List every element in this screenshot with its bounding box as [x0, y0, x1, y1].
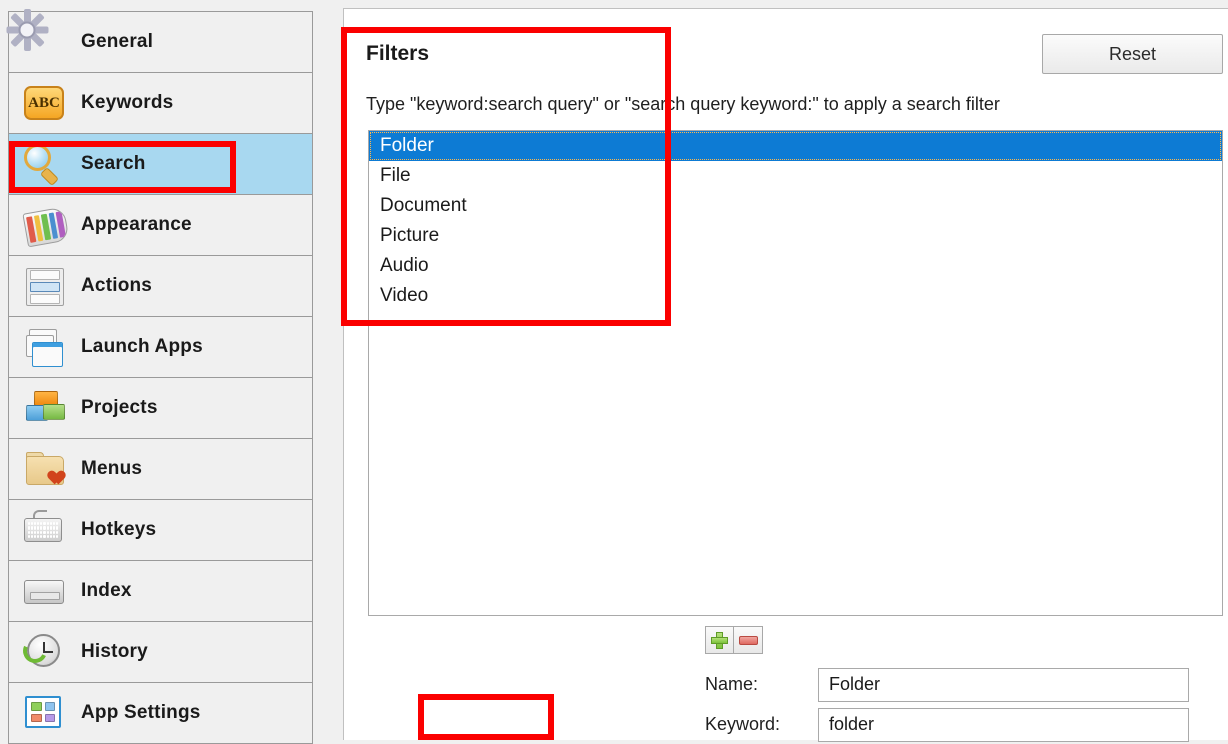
sidebar-item-label: Menus — [81, 458, 143, 479]
list-toolbar — [705, 626, 763, 654]
keyword-label: Keyword: — [705, 714, 781, 734]
sidebar-item-appearance[interactable]: Appearance — [9, 195, 312, 256]
windows-stack-icon — [23, 326, 65, 368]
filters-list[interactable]: Folder File Document Picture Audio Video — [368, 130, 1223, 616]
filter-hint-text: Type "keyword:search query" or "search q… — [366, 94, 1000, 114]
sidebar-item-label: Index — [81, 580, 132, 601]
list-item[interactable]: File — [369, 161, 1222, 191]
list-item[interactable]: Picture — [369, 221, 1222, 251]
plus-icon — [711, 631, 728, 649]
sidebar-item-keywords[interactable]: ABC Keywords — [9, 73, 312, 134]
bricks-icon — [23, 387, 65, 429]
sidebar-item-actions[interactable]: Actions — [9, 256, 312, 317]
magnifier-icon — [23, 143, 65, 187]
remove-filter-button[interactable] — [734, 626, 763, 654]
sidebar-item-search[interactable]: Search — [9, 134, 312, 195]
minus-icon — [738, 635, 758, 645]
list-item[interactable]: Folder — [369, 131, 1222, 161]
name-input[interactable] — [818, 667, 1189, 702]
sidebar-item-general[interactable]: General — [6, 8, 312, 73]
sidebar-item-menus[interactable]: Menus — [9, 439, 312, 500]
name-label: Name: — [705, 674, 759, 694]
keyword-field-row: Keyword: — [705, 707, 1189, 742]
sidebar-item-projects[interactable]: Projects — [9, 378, 312, 439]
sidebar-item-label: Search — [81, 153, 146, 174]
keyboard-icon — [23, 509, 65, 551]
sidebar-item-label: Actions — [81, 275, 153, 296]
sidebar-item-history[interactable]: History — [9, 622, 312, 683]
sidebar-item-label: App Settings — [81, 702, 201, 723]
name-field-row: Name: — [705, 667, 1189, 702]
settings-sidebar: General ABC Keywords Search Appearance A… — [6, 8, 313, 744]
sidebar-item-label: General — [81, 31, 154, 52]
search-settings-panel: Filters Reset Type "keyword:search query… — [343, 8, 1228, 742]
gear-icon — [6, 8, 65, 63]
sidebar-item-label: Hotkeys — [81, 519, 157, 540]
clock-refresh-icon — [19, 631, 65, 673]
sidebar-item-label: Appearance — [81, 214, 192, 235]
sidebar-item-launch-apps[interactable]: Launch Apps — [9, 317, 312, 378]
sidebar-item-hotkeys[interactable]: Hotkeys — [9, 500, 312, 561]
drive-icon — [23, 570, 65, 612]
list-item[interactable]: Audio — [369, 251, 1222, 281]
sidebar-item-label: Keywords — [81, 92, 174, 113]
page-title: Filters — [366, 42, 430, 65]
list-item[interactable]: Document — [369, 191, 1222, 221]
sidebar-item-index[interactable]: Index — [9, 561, 312, 622]
action-list-icon — [23, 265, 65, 307]
app-tiles-icon — [23, 692, 65, 734]
sidebar-item-app-settings[interactable]: App Settings — [9, 683, 312, 744]
reset-button[interactable]: Reset — [1042, 34, 1223, 74]
sidebar-item-label: Projects — [81, 397, 158, 418]
sidebar-item-label: History — [81, 641, 148, 662]
keyword-input[interactable] — [818, 707, 1189, 742]
sidebar-item-label: Launch Apps — [81, 336, 203, 357]
add-filter-button[interactable] — [705, 626, 734, 654]
list-item[interactable]: Video — [369, 281, 1222, 311]
abc-icon: ABC — [23, 82, 65, 124]
palette-icon — [22, 204, 70, 248]
folder-heart-icon — [23, 448, 65, 490]
